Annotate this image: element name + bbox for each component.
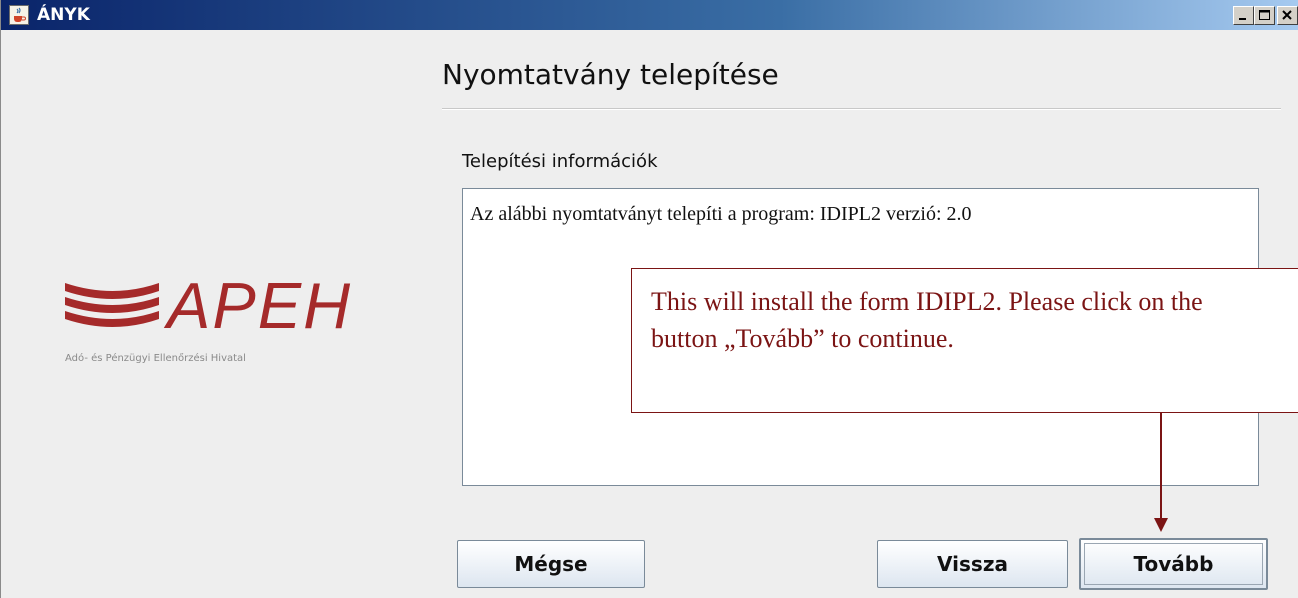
back-button[interactable]: Vissza xyxy=(877,540,1068,588)
info-section-label: Telepítési információk xyxy=(462,151,658,172)
title-divider xyxy=(442,108,1281,110)
title-bar[interactable]: ÁNYK xyxy=(1,0,1298,30)
logo-subtitle: Adó- és Pénzügyi Ellenőrzési Hivatal xyxy=(65,353,246,364)
callout-text: This will install the form IDIPL2. Pleas… xyxy=(651,287,1203,353)
annotation-callout: This will install the form IDIPL2. Pleas… xyxy=(631,268,1298,413)
logo-brand: APEH xyxy=(167,269,353,342)
minimize-icon xyxy=(1239,18,1246,20)
next-button-label: Tovább xyxy=(1133,552,1214,576)
window-title: ÁNYK xyxy=(37,5,90,25)
apeh-logo: APEH Adó- és Pénzügyi Ellenőrzési Hivata… xyxy=(63,269,363,375)
java-cup-icon[interactable] xyxy=(9,5,29,25)
cancel-button-label: Mégse xyxy=(514,552,588,576)
maximize-button[interactable] xyxy=(1254,6,1275,25)
stacked-coins-icon xyxy=(65,283,159,327)
next-button[interactable]: Tovább xyxy=(1079,538,1268,590)
page-title: Nyomtatvány telepítése xyxy=(442,58,779,91)
close-icon xyxy=(1282,10,1292,20)
maximize-icon xyxy=(1259,10,1270,20)
installer-window: ÁNYK Nyomtatvány telepítése APEH Adó- és… xyxy=(0,0,1298,598)
cancel-button[interactable]: Mégse xyxy=(457,540,645,588)
minimize-button[interactable] xyxy=(1233,6,1254,25)
callout-arrow xyxy=(1154,412,1168,532)
close-button[interactable] xyxy=(1277,6,1298,25)
info-text: Az alábbi nyomtatványt telepíti a progra… xyxy=(470,203,972,225)
back-button-label: Vissza xyxy=(937,552,1008,576)
